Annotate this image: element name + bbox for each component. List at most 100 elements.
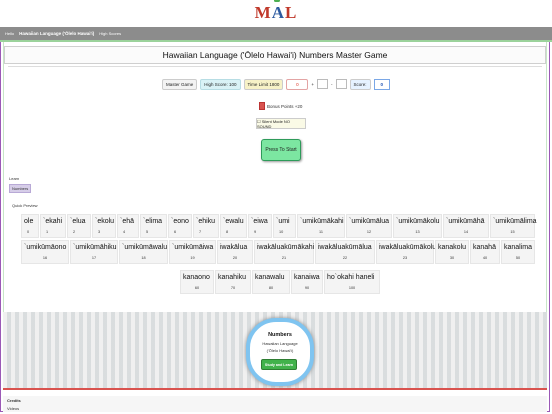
number-tile[interactable]: `ehā 4 <box>117 214 139 238</box>
study-and-learn-button[interactable]: Study and Learn <box>261 359 297 370</box>
master-game-label[interactable]: Master Game <box>161 78 198 90</box>
number-tile[interactable]: `umikūmāhiku 17 <box>70 240 118 264</box>
number-tile[interactable]: kanahiku 70 <box>215 270 251 294</box>
game-controls: Master Game High Score: 100 Time Limit 1… <box>4 78 548 90</box>
tile-word: kanalima <box>504 244 533 251</box>
tile-word: iwakāluakūmākolu <box>379 244 437 251</box>
tile-number: 40 <box>482 256 488 260</box>
plus-sign: + <box>311 81 315 87</box>
nav-title-link[interactable]: Hawaiian Language ('Ōlelo Hawai'i) <box>19 31 94 36</box>
numbers-card[interactable]: Numbers Hawaiian Language ('Ōlelo Hawai'… <box>246 318 314 386</box>
number-tile[interactable]: ole 0 <box>21 214 39 238</box>
card-subtitle: Hawaiian Language <box>262 341 298 346</box>
time-input-right[interactable] <box>335 79 347 89</box>
number-tile[interactable]: iwakāluakūmākahi 21 <box>254 240 314 264</box>
tile-word: `ehiku <box>196 218 216 225</box>
footer-credits-link[interactable]: Credits <box>7 398 21 403</box>
tile-word: iwakāluakūmālua <box>318 244 372 251</box>
tile-number: 100 <box>348 286 356 290</box>
number-tile[interactable]: kanalima 50 <box>501 240 535 264</box>
tile-number: 16 <box>42 256 48 260</box>
number-tile[interactable]: `umikūmālima 15 <box>490 214 537 238</box>
tile-word: `eono <box>171 218 189 225</box>
tile-word: `umikūmāwalu <box>122 244 168 251</box>
tile-word: kanawalu <box>255 274 285 281</box>
number-tile[interactable]: `umikūmāono 16 <box>21 240 69 264</box>
number-tile[interactable]: kanaiwa 90 <box>291 270 323 294</box>
number-tile[interactable]: iwakālua 20 <box>217 240 253 264</box>
time-limit-label: Time Limit 1800 <box>243 78 284 90</box>
tile-word: iwakālua <box>220 244 248 251</box>
tile-word: `elima <box>143 218 163 225</box>
tile-word: kanakolu <box>438 244 467 251</box>
score-value: 0 <box>373 78 391 90</box>
number-tile[interactable]: `umi 10 <box>273 214 296 238</box>
number-tile[interactable]: iwakāluakūmālua 22 <box>315 240 375 264</box>
footer-videos-link[interactable]: Videos <box>7 406 19 411</box>
tile-number: 18 <box>141 256 146 260</box>
tile-word: `umikūmāiwa <box>172 244 214 251</box>
number-tile[interactable]: kanakolu 30 <box>435 240 469 264</box>
number-tile[interactable]: `elua 2 <box>67 214 91 238</box>
tile-word: `ewalu <box>223 218 244 225</box>
learn-numbers-link[interactable]: Numbers <box>9 184 32 193</box>
tile-number: 21 <box>281 256 287 260</box>
bonus-points-label: Bonus Points +20 <box>267 103 303 109</box>
tile-number: 30 <box>449 256 455 260</box>
tile-number: 19 <box>190 256 195 260</box>
number-tile[interactable]: `umikūmālua 12 <box>346 214 392 238</box>
number-tile[interactable]: iwakāluakūmākolu 23 <box>376 240 437 264</box>
number-tile[interactable]: `ekahi 1 <box>40 214 66 238</box>
number-tile[interactable]: kanawalu 80 <box>252 270 290 294</box>
nav-high-scores-link[interactable]: High Scores <box>99 31 121 36</box>
page-title: Hawaiian Language ('Ōlelo Hawai'i) Numbe… <box>4 46 546 64</box>
tile-word: `umikūmāhā <box>446 218 485 225</box>
number-tile[interactable]: `umikūmākahi 11 <box>297 214 345 238</box>
tile-word: iwakāluakūmākahi <box>257 244 315 251</box>
tile-word: `umikūmāhiku <box>73 244 117 251</box>
tile-number: 15 <box>510 230 515 234</box>
number-tile[interactable]: kanahā 40 <box>470 240 500 264</box>
nav-home-link[interactable]: Hello <box>5 31 14 36</box>
tile-number: 13 <box>415 230 420 234</box>
tile-word: `ehā <box>120 218 135 225</box>
number-tile[interactable]: `eono 6 <box>168 214 192 238</box>
tile-number: 22 <box>342 256 348 260</box>
number-tile[interactable]: `elima 5 <box>140 214 167 238</box>
number-tile[interactable]: `umikūmāhā 14 <box>443 214 489 238</box>
bonus-icon <box>259 102 265 110</box>
time-input-left[interactable] <box>317 79 329 89</box>
tile-word: ho`okahi haneli <box>327 274 375 281</box>
number-tile[interactable]: `ewalu 8 <box>220 214 247 238</box>
number-tile[interactable]: ho`okahi haneli 100 <box>324 270 380 294</box>
time-value: 0 <box>286 78 309 90</box>
number-tile[interactable]: `umikūmāwalu 18 <box>119 240 168 264</box>
tile-word: `umikūmākahi <box>300 218 344 225</box>
tile-number: 23 <box>402 256 408 260</box>
bonus-points[interactable]: Bonus Points +20 <box>259 102 302 110</box>
top-navbar: Hello Hawaiian Language ('Ōlelo Hawai'i)… <box>0 27 552 40</box>
quick-preview-label: Quick Preview <box>12 203 38 208</box>
number-tile[interactable]: `umikūmāiwa 19 <box>169 240 216 264</box>
learn-label: Learn <box>9 176 20 181</box>
logo-bar: MAL <box>0 0 552 27</box>
score-label: Score: <box>349 78 371 90</box>
tile-number: 60 <box>194 286 200 290</box>
tile-number: 17 <box>91 256 97 260</box>
number-tile[interactable]: `ekolu 3 <box>92 214 116 238</box>
tile-word: `ekahi <box>43 218 63 225</box>
number-tile[interactable]: `umikūmākolu 13 <box>393 214 442 238</box>
number-tile[interactable]: kanaono 60 <box>180 270 214 294</box>
start-button[interactable]: Press To Start <box>261 139 301 161</box>
tile-number: 80 <box>268 286 274 290</box>
tile-number: 11 <box>319 230 323 234</box>
logo-letter-m: M <box>254 3 272 22</box>
tile-word: kanahiku <box>218 274 247 281</box>
silent-mode-toggle[interactable]: ☐ Silent Mode NO SOUND <box>256 118 306 129</box>
tile-number: 70 <box>230 286 236 290</box>
mal-logo[interactable]: MAL <box>255 3 298 23</box>
number-tile[interactable]: `ehiku 7 <box>193 214 219 238</box>
high-score-label: High Score: <box>204 81 228 87</box>
number-tile[interactable]: `eiwa 9 <box>248 214 272 238</box>
tile-word: `elua <box>70 218 86 225</box>
